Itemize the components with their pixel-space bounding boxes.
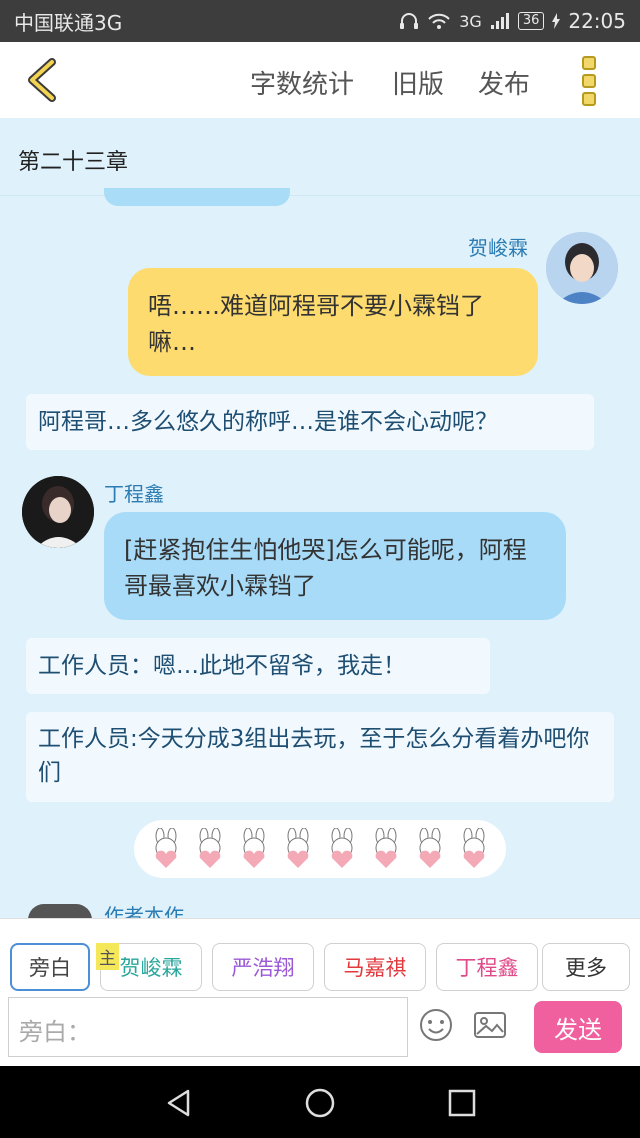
bunny-heart-icon (155, 828, 177, 868)
role-chip-label: 贺峻霖 (119, 956, 183, 980)
role-chip-yan-haoxiang[interactable]: 严浩翔 (212, 943, 314, 991)
role-chip-ma-jiaqi[interactable]: 马嘉祺 (324, 943, 426, 991)
back-arrow-icon[interactable] (22, 56, 62, 104)
system-nav-bar (0, 1066, 640, 1138)
status-icons: 3G 36 22:05 (399, 9, 626, 33)
more-menu-icon[interactable] (582, 56, 600, 106)
sticker-image[interactable] (134, 820, 506, 878)
carrier-label: 中国联通3G (14, 10, 123, 35)
network-type-label: 3G (459, 11, 482, 31)
role-chip-label: 旁白 (29, 956, 71, 980)
bunny-heart-icon (199, 828, 221, 868)
message-input[interactable]: 旁白： (8, 997, 408, 1057)
narration-line[interactable]: 工作人员：嗯…此地不留爷，我走！ (26, 638, 490, 694)
role-chip-label: 丁程鑫 (455, 956, 519, 980)
role-chip-label: 马嘉祺 (343, 956, 407, 980)
nav-home-icon[interactable] (305, 1088, 335, 1118)
charging-icon (552, 13, 561, 29)
bunny-heart-icon (243, 828, 265, 868)
composer-panel: 旁白 贺峻霖 主 严浩翔 马嘉祺 丁程鑫 更多 旁白： 发送 (0, 918, 640, 1066)
status-bar: 中国联通3G 3G 36 22:05 (0, 0, 640, 42)
role-chip-ding-chengxin[interactable]: 丁程鑫 (436, 943, 538, 991)
battery-indicator: 36 (517, 12, 545, 30)
publish-button[interactable]: 发布 (478, 64, 530, 101)
chat-bubble[interactable]: [赶紧抱住生怕他哭]怎么可能呢，阿程哥最喜欢小霖铛了 (104, 512, 566, 620)
previous-bubble-edge (104, 188, 290, 206)
speaker-name: 丁程鑫 (104, 482, 164, 506)
send-button[interactable]: 发送 (534, 1001, 622, 1053)
role-chip-label: 严浩翔 (231, 956, 295, 980)
main-role-badge: 主 (96, 943, 119, 970)
avatar[interactable] (546, 232, 618, 304)
app-header: 字数统计 旧版 发布 (0, 42, 640, 118)
old-version-button[interactable]: 旧版 (392, 64, 444, 101)
word-count-button[interactable]: 字数统计 (250, 64, 354, 101)
bunny-heart-icon (375, 828, 397, 868)
narration-line[interactable]: 工作人员:今天分成3组出去玩，至于怎么分看着办吧你们 (26, 712, 614, 802)
bunny-heart-icon (287, 828, 309, 868)
role-chip-label: 更多 (565, 956, 607, 980)
nav-recents-icon[interactable] (447, 1088, 477, 1118)
speaker-name: 作者本作 (104, 904, 184, 918)
bunny-heart-icon (331, 828, 353, 868)
narration-line[interactable]: 阿程哥…多么悠久的称呼…是谁不会心动呢？ (26, 394, 594, 450)
signal-icon (490, 13, 509, 29)
chapter-title[interactable]: 第二十三章 (0, 118, 640, 196)
clock: 22:05 (568, 9, 626, 33)
bunny-heart-icon (419, 828, 441, 868)
image-icon[interactable] (472, 1007, 508, 1043)
headphones-icon (400, 13, 419, 29)
wifi-icon (428, 13, 450, 29)
more-roles-button[interactable]: 更多 (542, 943, 630, 991)
avatar[interactable] (22, 476, 94, 548)
speaker-name: 贺峻霖 (468, 236, 528, 260)
role-chip-narrator[interactable]: 旁白 (10, 943, 90, 991)
nav-back-icon[interactable] (164, 1088, 194, 1118)
emoji-icon[interactable] (418, 1007, 454, 1043)
bunny-heart-icon (463, 828, 485, 868)
chat-bubble[interactable]: 唔……难道阿程哥不要小霖铛了嘛… (128, 268, 538, 376)
